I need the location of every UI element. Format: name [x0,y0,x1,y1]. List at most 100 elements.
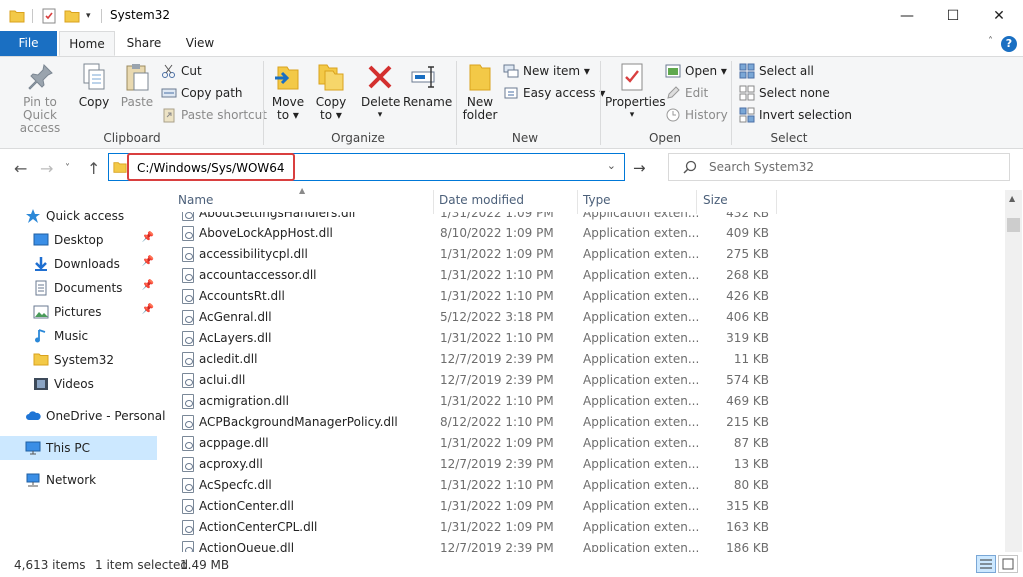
table-row[interactable]: ActionQueue.dll 12/7/2019 2:39 PM Applicat… [170,538,1005,552]
table-row[interactable]: AboveLockAppHost.dll 8/10/2022 1:09 PM App… [170,223,1005,244]
table-row[interactable]: accessibilitycpl.dll 1/31/2022 1:09 PM App… [170,244,1005,265]
nav-videos[interactable]: Videos [0,372,160,396]
forward-arrow-icon[interactable]: → [40,159,53,178]
file-type: Application exten... [583,499,700,513]
properties-quick-icon[interactable] [41,7,57,25]
recent-locations-chevron-icon[interactable]: ˅ [65,163,70,174]
nav-onedrive[interactable]: OneDrive - Personal [0,404,165,428]
nav-music[interactable]: Music [0,324,160,348]
pin-icon[interactable]: 📌 [142,232,154,243]
nav-system32[interactable]: System32 [0,348,160,372]
nav-documents[interactable]: Documents 📌 [0,276,160,300]
refresh-arrow-icon[interactable]: → [633,159,646,177]
column-divider[interactable] [776,190,777,214]
tab-share[interactable]: Share [120,31,168,56]
edit-button[interactable]: Edit [665,83,708,103]
file-date: 12/7/2019 2:39 PM [440,541,554,552]
paste-shortcut-icon [161,107,177,123]
chevron-down-icon[interactable]: ⌄ [607,159,616,172]
table-row[interactable]: ActionCenterCPL.dll 1/31/2022 1:09 PM Appl… [170,517,1005,538]
navigation-bar: ← → ˅ ↑ C:/Windows/Sys/WOW64 ⌄ → Search … [0,149,1023,187]
help-icon[interactable]: ? [1001,36,1017,52]
cut-button[interactable]: Cut [161,61,202,81]
select-none-button[interactable]: Select none [739,83,830,103]
large-icons-view-icon[interactable] [998,555,1018,573]
new-folder-button[interactable]: New folder [461,61,499,122]
column-header-name[interactable]: Name [178,193,213,207]
maximize-button[interactable]: ☐ [930,0,976,31]
close-button[interactable]: ✕ [976,0,1022,31]
copy-button[interactable]: Copy [76,61,112,109]
rename-button[interactable]: Rename [403,61,452,109]
address-path[interactable]: C:/Windows/Sys/WOW64 [127,153,295,181]
search-box[interactable]: Search System32 [668,153,1010,181]
history-button[interactable]: History [665,105,728,125]
folder-icon [9,7,25,25]
paste-button[interactable]: Paste [118,61,156,109]
new-item-label: New item ▾ [523,64,590,78]
nav-quick-access[interactable]: Quick access [0,204,160,228]
table-row[interactable]: AccountsRt.dll 1/31/2022 1:10 PM Applicati… [170,286,1005,307]
table-row[interactable]: acproxy.dll 12/7/2019 2:39 PM Application … [170,454,1005,475]
vertical-scrollbar[interactable]: ▲ [1005,190,1022,552]
open-label: Open ▾ [685,64,727,78]
copy-path-button[interactable]: Copy path [161,83,243,103]
nav-desktop[interactable]: Desktop 📌 [0,228,160,252]
table-row[interactable]: AcGenral.dll 5/12/2022 3:18 PM Application… [170,307,1005,328]
nav-this-pc[interactable]: This PC [0,436,157,460]
column-divider[interactable] [577,190,578,214]
table-row[interactable]: acledit.dll 12/7/2019 2:39 PM Application … [170,349,1005,370]
delete-button[interactable]: Delete ▾ [361,61,400,122]
dll-file-icon [182,268,194,283]
open-button[interactable]: Open ▾ [665,61,727,81]
tab-file[interactable]: File [0,31,57,56]
table-row[interactable]: acmigration.dll 1/31/2022 1:10 PM Applicat… [170,391,1005,412]
chevron-up-icon[interactable]: ˄ [988,36,993,47]
new-folder-label-line2: folder [462,108,498,122]
select-all-button[interactable]: Select all [739,61,814,81]
invert-selection-button[interactable]: Invert selection [739,105,852,125]
copy-icon [78,61,110,93]
nav-network[interactable]: Network [0,468,160,492]
scroll-up-icon[interactable]: ▲ [1009,194,1015,203]
properties-button[interactable]: Properties ▾ [605,61,666,122]
table-row[interactable]: aclui.dll 12/7/2019 2:39 PM Application ex… [170,370,1005,391]
nav-downloads[interactable]: Downloads 📌 [0,252,160,276]
nav-pictures[interactable]: Pictures 📌 [0,300,160,324]
table-row[interactable]: AcSpecfc.dll 1/31/2022 1:10 PM Application… [170,475,1005,496]
scrollbar-thumb[interactable] [1007,218,1020,232]
file-type: Application exten... [583,436,700,450]
pin-icon[interactable]: 📌 [142,280,154,291]
pin-icon[interactable]: 📌 [142,304,154,315]
minimize-button[interactable]: — [884,0,930,31]
pin-to-quick-access-button[interactable]: Pin to Quick access [6,61,74,135]
table-row[interactable]: ACPBackgroundManagerPolicy.dll 8/12/2022 … [170,412,1005,433]
details-view-icon[interactable] [976,555,996,573]
column-divider[interactable] [433,190,434,214]
column-header-date[interactable]: Date modified [439,193,524,207]
paste-shortcut-button[interactable]: Paste shortcut [161,105,267,125]
picture-icon [33,304,49,320]
customize-quick-access-icon[interactable]: ▾ [86,7,91,25]
table-row[interactable]: accountaccessor.dll 1/31/2022 1:10 PM Appl… [170,265,1005,286]
rename-icon [409,61,441,93]
new-folder-quick-icon[interactable] [64,7,80,25]
pin-icon[interactable]: 📌 [142,256,154,267]
new-item-button[interactable]: New item ▾ [503,61,590,81]
dll-file-icon [182,457,194,472]
table-row[interactable]: AcLayers.dll 1/31/2022 1:10 PM Application… [170,328,1005,349]
table-row[interactable]: ActionCenter.dll 1/31/2022 1:09 PM Applica… [170,496,1005,517]
tab-home[interactable]: Home [59,31,115,56]
column-divider[interactable] [696,190,697,214]
back-arrow-icon[interactable]: ← [14,159,27,178]
file-name: AcLayers.dll [199,331,272,345]
table-row[interactable]: acppage.dll 1/31/2022 1:09 PM Application … [170,433,1005,454]
up-arrow-icon[interactable]: ↑ [87,159,100,178]
column-header-size[interactable]: Size [703,193,728,207]
address-bar[interactable]: C:/Windows/Sys/WOW64 ⌄ [108,153,625,181]
column-header-type[interactable]: Type [583,193,611,207]
copy-to-button[interactable]: Copy to ▾ [313,61,349,122]
easy-access-button[interactable]: Easy access ▾ [503,83,605,103]
tab-view[interactable]: View [176,31,224,56]
move-to-button[interactable]: Move to ▾ [270,61,306,122]
